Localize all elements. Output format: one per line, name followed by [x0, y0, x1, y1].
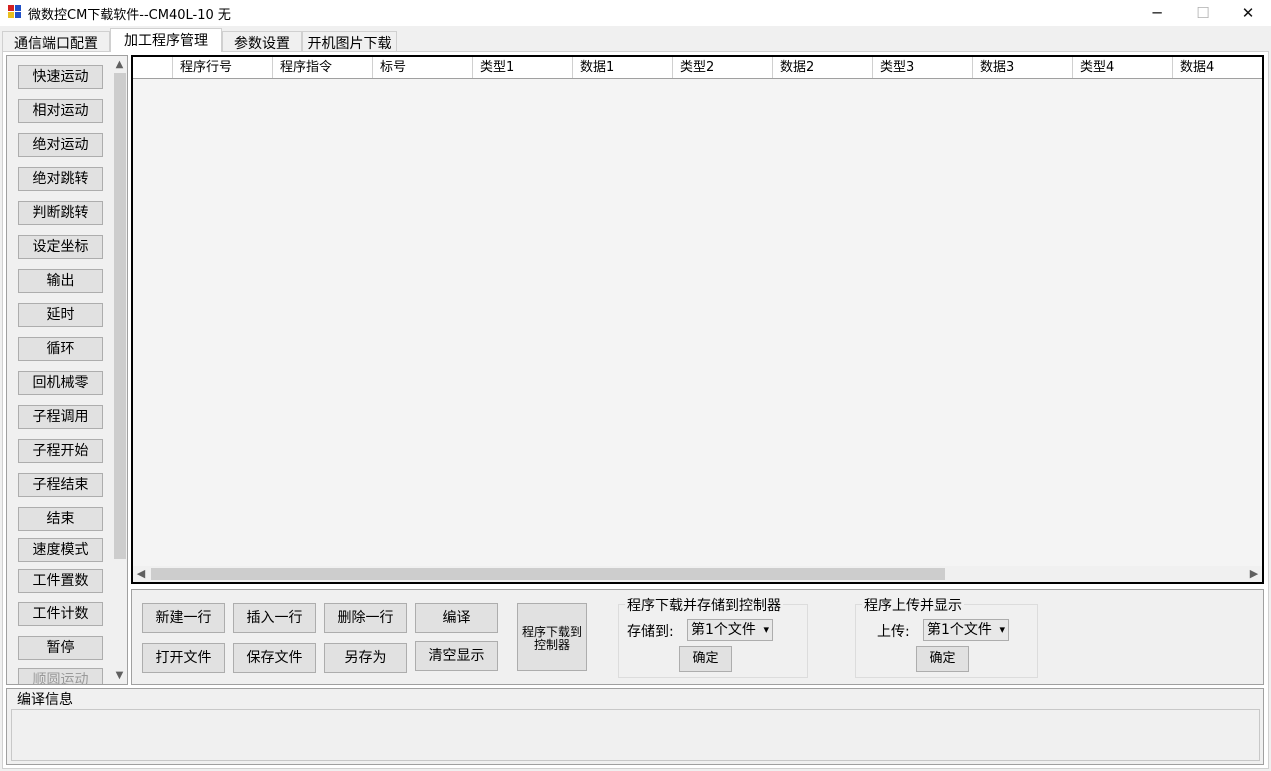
program-grid[interactable]: 程序行号 程序指令 标号 类型1 数据1 类型2 数据2 类型3 数据3 类型4…: [131, 55, 1264, 584]
col-header-type4[interactable]: 类型4: [1073, 57, 1173, 78]
tab-boot-image[interactable]: 开机图片下载: [302, 31, 397, 52]
cmd-loop-button[interactable]: 循环: [18, 337, 103, 361]
col-header-type2[interactable]: 类型2: [673, 57, 773, 78]
col-header-type1[interactable]: 类型1: [473, 57, 573, 78]
store-to-value: 第1个文件: [691, 622, 756, 638]
operations-panel: 新建一行 插入一行 删除一行 编译 打开文件 保存文件 另存为 清空显示 程序下…: [131, 589, 1264, 685]
grid-corner-header[interactable]: [133, 57, 173, 78]
command-panel-scrollbar[interactable]: ▲ ▼: [111, 56, 127, 684]
download-store-legend: 程序下载并存储到控制器: [625, 595, 783, 615]
cmd-pause-button[interactable]: 暂停: [18, 636, 103, 660]
scroll-left-icon[interactable]: ◀: [133, 566, 149, 582]
scroll-thumb[interactable]: [114, 73, 126, 559]
cmd-cw-arc-button[interactable]: 顺圆运动: [18, 668, 103, 684]
col-header-instruction[interactable]: 程序指令: [273, 57, 373, 78]
save-as-button[interactable]: 另存为: [324, 643, 407, 673]
cmd-workpiece-set-button[interactable]: 工件置数: [18, 569, 103, 593]
col-header-data1[interactable]: 数据1: [573, 57, 673, 78]
cmd-sub-end-button[interactable]: 子程结束: [18, 473, 103, 497]
upload-label: 上传:: [877, 624, 910, 640]
cmd-delay-button[interactable]: 延时: [18, 303, 103, 327]
insert-row-button[interactable]: 插入一行: [233, 603, 316, 633]
cmd-set-coordinate-button[interactable]: 设定坐标: [18, 235, 103, 259]
col-header-label[interactable]: 标号: [373, 57, 473, 78]
grid-horizontal-scrollbar[interactable]: ◀ ▶: [133, 566, 1262, 582]
chevron-down-icon: ▾: [999, 623, 1005, 636]
grid-header: 程序行号 程序指令 标号 类型1 数据1 类型2 数据2 类型3 数据3 类型4…: [133, 57, 1262, 79]
upload-display-group: 程序上传并显示 上传: 第1个文件 ▾ 确定: [855, 595, 1038, 678]
new-row-button[interactable]: 新建一行: [142, 603, 225, 633]
cmd-end-button[interactable]: 结束: [18, 507, 103, 531]
cmd-sub-call-button[interactable]: 子程调用: [18, 405, 103, 429]
window-title: 微数控CM下载软件--CM40L-10 无: [28, 8, 231, 23]
cmd-output-button[interactable]: 输出: [18, 269, 103, 293]
maximize-button[interactable]: ☐: [1180, 0, 1226, 26]
tab-comm-port[interactable]: 通信端口配置: [2, 31, 110, 52]
col-header-line-no[interactable]: 程序行号: [173, 57, 273, 78]
delete-row-button[interactable]: 删除一行: [324, 603, 407, 633]
download-store-group: 程序下载并存储到控制器 存储到: 第1个文件 ▾ 确定: [618, 595, 808, 678]
tab-program-manage[interactable]: 加工程序管理: [110, 28, 222, 52]
col-header-data2[interactable]: 数据2: [773, 57, 873, 78]
upload-display-legend: 程序上传并显示: [862, 595, 964, 615]
cmd-relative-move-button[interactable]: 相对运动: [18, 99, 103, 123]
compile-info-legend: 编译信息: [16, 689, 74, 709]
cmd-rapid-move-button[interactable]: 快速运动: [18, 65, 103, 89]
scroll-right-icon[interactable]: ▶: [1246, 566, 1262, 582]
cmd-speed-mode-button[interactable]: 速度模式: [18, 538, 103, 562]
upload-select[interactable]: 第1个文件 ▾: [923, 619, 1009, 641]
save-file-button[interactable]: 保存文件: [233, 643, 316, 673]
scroll-up-icon[interactable]: ▲: [111, 56, 127, 73]
cmd-workpiece-count-button[interactable]: 工件计数: [18, 602, 103, 626]
col-header-data3[interactable]: 数据3: [973, 57, 1073, 78]
tab-strip: 通信端口配置 加工程序管理 参数设置 开机图片下载: [0, 28, 1271, 52]
col-header-data4[interactable]: 数据4: [1173, 57, 1262, 78]
title-bar: 微数控CM下载软件--CM40L-10 无 ─ ☐ ✕: [0, 0, 1271, 26]
download-to-controller-button[interactable]: 程序下载到控制器: [517, 603, 587, 671]
store-to-label: 存储到:: [627, 624, 674, 640]
upload-value: 第1个文件: [927, 622, 992, 638]
minimize-button[interactable]: ─: [1134, 0, 1180, 26]
cmd-absolute-move-button[interactable]: 绝对运动: [18, 133, 103, 157]
clear-display-button[interactable]: 清空显示: [415, 641, 498, 671]
cmd-absolute-jump-button[interactable]: 绝对跳转: [18, 167, 103, 191]
scroll-down-icon[interactable]: ▼: [111, 667, 127, 684]
store-to-select[interactable]: 第1个文件 ▾: [687, 619, 773, 641]
open-file-button[interactable]: 打开文件: [142, 643, 225, 673]
cmd-home-button[interactable]: 回机械零: [18, 371, 103, 395]
command-panel: 快速运动 相对运动 绝对运动 绝对跳转 判断跳转 设定坐标 输出 延时 循环 回…: [6, 55, 128, 685]
download-confirm-button[interactable]: 确定: [679, 646, 732, 672]
chevron-down-icon: ▾: [763, 623, 769, 636]
cmd-conditional-jump-button[interactable]: 判断跳转: [18, 201, 103, 225]
compile-button[interactable]: 编译: [415, 603, 498, 633]
upload-confirm-button[interactable]: 确定: [916, 646, 969, 672]
close-button[interactable]: ✕: [1225, 0, 1271, 26]
grid-scroll-thumb[interactable]: [151, 568, 945, 580]
cmd-sub-start-button[interactable]: 子程开始: [18, 439, 103, 463]
compile-info-group: 编译信息: [6, 688, 1264, 765]
app-icon: [8, 5, 22, 19]
compile-info-output[interactable]: [11, 709, 1260, 761]
tab-params[interactable]: 参数设置: [222, 31, 302, 52]
col-header-type3[interactable]: 类型3: [873, 57, 973, 78]
